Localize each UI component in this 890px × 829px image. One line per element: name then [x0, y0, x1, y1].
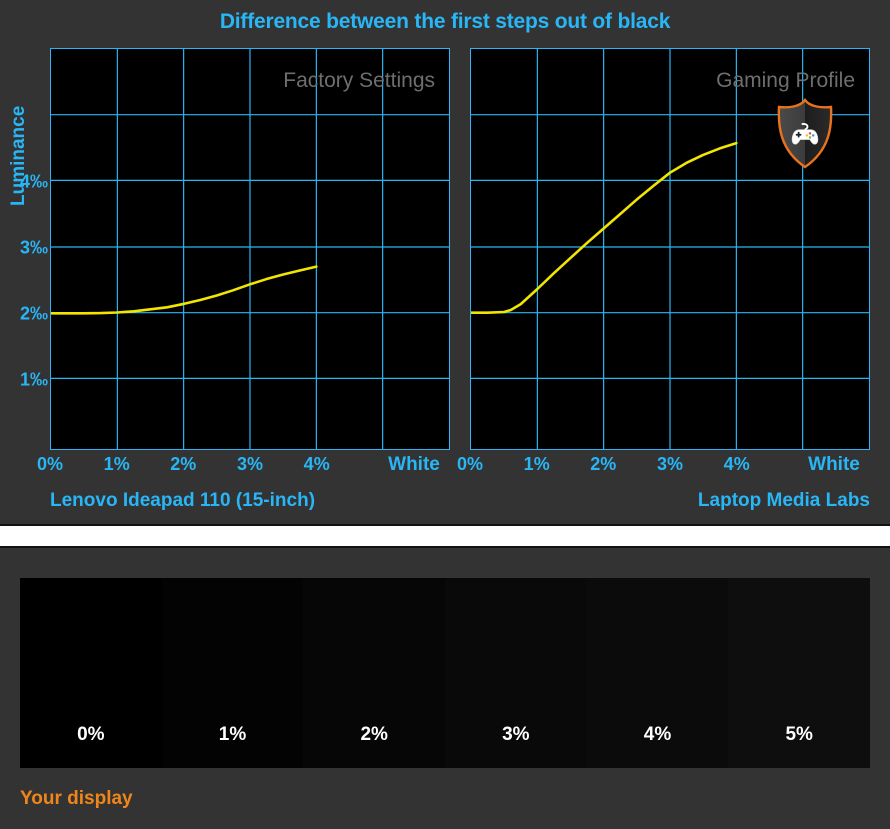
band-label: 0% — [77, 724, 105, 745]
band-label: 3% — [502, 724, 530, 745]
gradient-band: 2% — [303, 578, 446, 768]
x-tick-right-0: 0% — [456, 454, 484, 474]
gridlines-left — [51, 49, 449, 449]
y-axis-ticks: 4‰ 3‰ 2‰ 1‰ — [0, 0, 48, 526]
band-label: 4% — [643, 724, 672, 745]
y-tick-3: 3‰ — [19, 237, 48, 258]
black-level-gradient-strip: 0% 1% 2% 3% 4% 5% — [20, 578, 870, 768]
your-display-panel: 0% 1% 2% 3% 4% 5% Your display — [0, 546, 890, 829]
chart-right-watermark: Gaming Profile — [716, 69, 855, 92]
gradient-band: 0% — [20, 578, 162, 768]
caption-device: Lenovo Ideapad 110 (15-inch) — [50, 490, 316, 511]
your-display-caption: Your display — [20, 788, 133, 809]
x-tick-left-0: 0% — [36, 454, 64, 474]
x-tick-left-white: White — [388, 454, 440, 475]
x-tick-left-1: 1% — [103, 454, 130, 474]
chart-factory-settings: Factory Settings — [50, 48, 450, 450]
gradient-band: 4% — [586, 578, 729, 768]
x-tick-left-2: 2% — [170, 454, 197, 474]
band-label: 2% — [360, 724, 388, 745]
band-label: 1% — [218, 724, 247, 745]
x-tick-right-1: 1% — [523, 454, 550, 474]
x-tick-left-4: 4% — [303, 454, 330, 474]
chart-left-watermark: Factory Settings — [283, 69, 435, 92]
x-tick-right-3: 3% — [656, 454, 684, 474]
x-tick-right-white: White — [808, 454, 860, 475]
x-tick-left-3: 3% — [236, 454, 264, 474]
x-tick-right-4: 4% — [723, 454, 750, 474]
x-axis-ticks-left: 0% 1% 2% 3% 4% White — [37, 454, 450, 482]
chart-left-svg — [51, 49, 449, 449]
gradient-band: 5% — [728, 578, 870, 768]
chart-title: Difference between the first steps out o… — [219, 10, 671, 33]
x-axis-ticks-right: 0% 1% 2% 3% 4% White — [457, 454, 870, 482]
screenshot-root: Difference between the first steps out o… — [0, 0, 890, 829]
charts-panel: Difference between the first steps out o… — [0, 0, 890, 526]
gamepad-shield-icon — [774, 98, 836, 170]
gradient-band: 1% — [161, 578, 304, 768]
gradient-band: 3% — [445, 578, 587, 768]
y-tick-1: 1‰ — [19, 369, 48, 390]
x-tick-right-2: 2% — [590, 454, 617, 474]
y-tick-4: 4‰ — [19, 171, 48, 192]
caption-source: Laptop Media Labs — [697, 490, 870, 511]
y-tick-2: 2‰ — [19, 303, 48, 324]
band-label: 5% — [785, 724, 813, 745]
gamepad-shield-svg — [777, 98, 833, 169]
